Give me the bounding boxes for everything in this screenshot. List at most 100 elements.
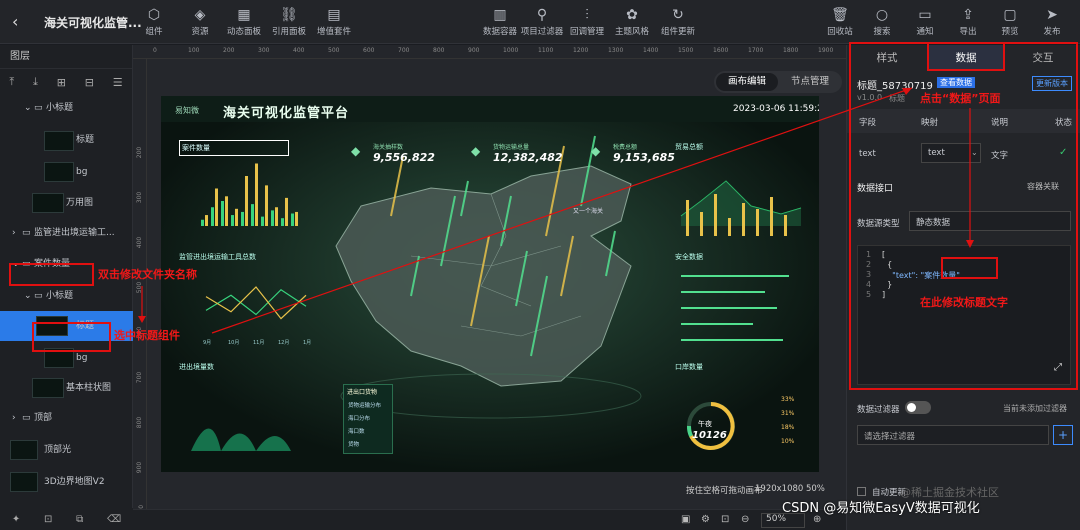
ruler-mark: 1000 <box>503 47 519 54</box>
copy-icon[interactable]: ⧉ <box>76 514 83 525</box>
bulb-icon[interactable]: ✦ <box>12 514 20 525</box>
toolbar-send-button[interactable]: ➤ 发布 <box>1028 5 1076 41</box>
logo: 易知微 <box>175 106 199 115</box>
trade-bar <box>770 197 773 236</box>
ruler-mark: 700 <box>136 371 144 384</box>
tab-node-manage[interactable]: 节点管理 <box>780 73 840 91</box>
layer-item[interactable]: ⌄ ▭ 小标题 <box>0 285 133 307</box>
toolbar-stack-button[interactable]: ◈ 资源 <box>176 5 224 41</box>
stat-icon: ◆ <box>591 144 601 158</box>
map-tag: 又一个海关 <box>573 208 604 215</box>
auto-update-checkbox[interactable] <box>857 487 866 496</box>
ruler-mark: 0 <box>153 47 157 54</box>
ruler-mark: 900 <box>468 47 480 54</box>
toolbar-search-button[interactable]: ○ 搜索 <box>858 5 906 41</box>
filter-toggle[interactable] <box>905 401 931 414</box>
toolbar-message-button[interactable]: ▭ 通知 <box>901 5 949 41</box>
donut-label: 午夜 <box>698 420 712 428</box>
ruler-mark: 200 <box>223 47 235 54</box>
folder-icon: ▭ <box>22 228 31 238</box>
layer-label: 顶部 <box>34 413 53 423</box>
toolbar-sliders-button[interactable]: ⫶ 回调管理 <box>563 5 611 41</box>
move-top-icon[interactable]: ⤒ <box>9 75 14 89</box>
dashboard-preview[interactable]: 9月 10月 11月 12月 1月 易知微 海关可视化监管平台 2023-03-06 1… <box>161 96 819 472</box>
toolbar-filter-button[interactable]: ⚲ 项目过滤器 <box>518 5 566 41</box>
layer-item[interactable]: › ▭ 监管进出境运输工... <box>0 222 133 244</box>
add-filter-button[interactable]: + <box>1053 425 1073 445</box>
canvas-mode-switch: 画布编辑 节点管理 <box>714 71 842 93</box>
toolbar-export-button[interactable]: ⇪ 导出 <box>944 5 992 41</box>
stat-value: 9,153,685 <box>613 151 675 164</box>
toolbar-refresh-button[interactable]: ↻ 组件更新 <box>654 5 702 41</box>
chevron-icon[interactable]: ⌄ <box>24 285 32 307</box>
layer-item[interactable]: 万用图 <box>0 192 133 214</box>
fit-icon[interactable]: ⊡ <box>721 514 729 525</box>
settings-icon[interactable]: ⚙ <box>701 514 710 525</box>
toolbar-component-button[interactable]: ⬡ 组件 <box>130 5 178 41</box>
layer-item[interactable]: ⌄ ▭ 小标题 <box>0 97 133 119</box>
case-bar <box>291 213 294 226</box>
ruler-mark: 700 <box>398 47 410 54</box>
layer-item[interactable]: 基本柱状图 <box>0 377 133 399</box>
data-container-icon: ▥ <box>493 7 507 23</box>
toolbar-label: 搜索 <box>873 27 891 37</box>
ruler-mark: 400 <box>136 236 144 249</box>
center-box: 进出口货物 货物运输分布 海口分布 海口数 货物 <box>343 384 393 454</box>
stat-label: 货物运输总量 <box>493 144 530 151</box>
chevron-icon[interactable]: › <box>12 407 16 429</box>
toolbar-data-container-button[interactable]: ▥ 数据容器 <box>476 5 524 41</box>
component-icon: ⬡ <box>147 7 161 23</box>
grid-icon: ▤ <box>327 7 341 23</box>
toolbar-label: 数据容器 <box>482 27 517 37</box>
selected-title-frame[interactable]: 案件数量 <box>179 140 289 156</box>
canvas-size: 1920x1080 50% <box>755 484 825 494</box>
toolbar-trash-button[interactable]: 🗑 回收站 <box>816 5 864 41</box>
ratio-panel-title: 进出境量数 <box>179 363 214 371</box>
toolbar-label: 发布 <box>1043 27 1061 37</box>
lock-icon[interactable]: ⊡ <box>44 514 52 525</box>
back-arrow-icon[interactable]: ‹ <box>12 12 18 31</box>
stat-value: 9,556,822 <box>373 151 435 164</box>
ruler-mark: 600 <box>363 47 375 54</box>
group-icon[interactable]: ⊞ <box>57 76 66 89</box>
center-item: 货物 <box>348 442 360 448</box>
stat-icon: ◆ <box>351 144 361 158</box>
filter-label: 数据过滤器 <box>857 405 900 415</box>
preview-icon: ▢ <box>1003 7 1017 23</box>
list-icon[interactable]: ☰ <box>113 76 123 89</box>
toolbar-preview-button[interactable]: ▢ 预览 <box>986 5 1034 41</box>
align-icon[interactable]: ⊟ <box>85 76 94 89</box>
toolbar-link-button[interactable]: ⛓ 引用面板 <box>265 5 313 41</box>
toolbar-panel-button[interactable]: ▦ 动态面板 <box>220 5 268 41</box>
chevron-icon[interactable]: ⌄ <box>24 97 32 119</box>
layer-bottom-bar: ✦ ⊡ ⧉ ⌫ <box>0 508 133 530</box>
ruler-mark: 200 <box>136 146 144 159</box>
tab-canvas-edit[interactable]: 画布编辑 <box>716 73 778 91</box>
ruler-mark: 500 <box>328 47 340 54</box>
annotation-select: 选中标题组件 <box>114 329 180 342</box>
port-pct: 33% <box>781 396 795 403</box>
layer-thumbnail <box>44 131 74 151</box>
layer-label: 基本柱状图 <box>66 383 112 393</box>
ruler-mark: 1400 <box>643 47 659 54</box>
chevron-icon[interactable]: › <box>12 222 16 244</box>
annotation-edit-text: 在此修改标题文字 <box>920 296 1008 309</box>
line-x-tick: 12月 <box>278 340 289 346</box>
move-bottom-icon[interactable]: ⤓ <box>33 75 38 89</box>
ruler-mark: 1100 <box>538 47 554 54</box>
zoom-out-icon[interactable]: ⊖ <box>741 514 749 525</box>
ruler-mark: 1800 <box>783 47 799 54</box>
transport-panel-title: 监管进出境运输工具总数 <box>179 253 256 261</box>
ruler-mark: 900 <box>136 461 144 474</box>
layer-label: 标题 <box>76 135 95 145</box>
delete-icon[interactable]: ⌫ <box>107 514 121 525</box>
filter-select[interactable]: 请选择过滤器 <box>857 425 1049 445</box>
layer-item[interactable]: › ▭ 顶部 <box>0 407 133 429</box>
layer-thumbnail <box>44 162 74 182</box>
toolbar-label: 回调管理 <box>569 27 604 37</box>
toolbar-theme-button[interactable]: ✿ 主题风格 <box>608 5 656 41</box>
toolbar-grid-button[interactable]: ▤ 增值套件 <box>310 5 358 41</box>
case-bar <box>295 211 298 226</box>
layer-thumbnail <box>32 378 64 398</box>
layout-icon[interactable]: ▣ <box>681 514 690 525</box>
